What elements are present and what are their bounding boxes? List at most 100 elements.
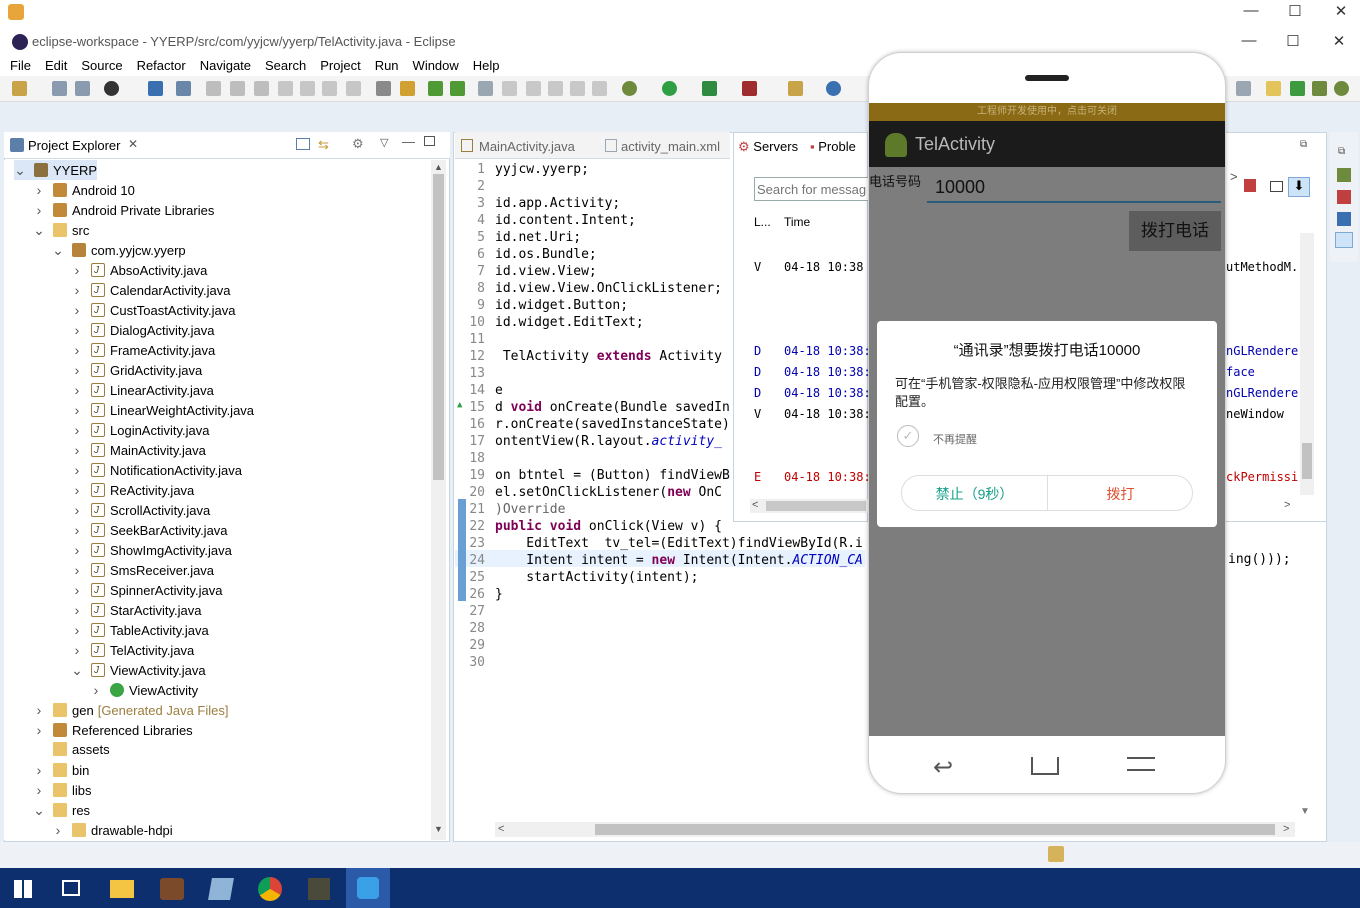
tree-item[interactable]: › LinearWeightActivity.java xyxy=(71,400,254,421)
open-perspective-icon[interactable] xyxy=(1236,81,1251,96)
task-view-icon[interactable] xyxy=(62,880,80,896)
app-taskbar-icon[interactable] xyxy=(308,878,330,900)
view-menu-icon[interactable]: ▽ xyxy=(380,136,388,149)
home-nav-icon[interactable] xyxy=(1031,757,1059,775)
menu-source[interactable]: Source xyxy=(81,56,122,76)
run-icon[interactable] xyxy=(662,81,677,96)
tree-twisty-icon[interactable]: › xyxy=(71,400,83,420)
tree-item[interactable]: › SeekBarActivity.java xyxy=(71,520,228,541)
tree-item[interactable]: › SpinnerActivity.java xyxy=(71,580,223,601)
call-button[interactable]: 拨打电话 xyxy=(1129,211,1221,251)
tree-item[interactable]: ⌄ YYERP xyxy=(14,160,98,180)
drop-frame-icon[interactable] xyxy=(346,81,361,96)
use-step-filters-icon[interactable] xyxy=(376,81,391,96)
notes-taskbar-icon[interactable] xyxy=(208,878,234,900)
tree-twisty-icon[interactable]: › xyxy=(71,460,83,480)
tree-twisty-icon[interactable]: › xyxy=(71,360,83,380)
tree-item[interactable]: › SmsReceiver.java xyxy=(71,560,214,581)
view-minimize-icon[interactable]: — xyxy=(402,134,415,149)
link-editor-icon[interactable]: ⇆ xyxy=(318,137,329,153)
tree-item[interactable]: › GridActivity.java xyxy=(71,360,203,381)
tab-activity-main-xml[interactable]: activity_main.xml xyxy=(621,139,720,154)
col-time-header[interactable]: Time xyxy=(784,215,810,229)
tree-scrollbar[interactable]: ▲ ▼ xyxy=(431,160,446,840)
phone-number-input[interactable]: 10000 xyxy=(927,177,1221,203)
scroll-down-arrow-icon[interactable]: ▼ xyxy=(434,824,443,834)
menu-project[interactable]: Project xyxy=(320,56,360,76)
toggle-icon-d[interactable] xyxy=(592,81,607,96)
tree-twisty-icon[interactable]: ⌄ xyxy=(52,240,64,260)
external-tools-icon[interactable] xyxy=(742,81,757,96)
tree-item[interactable]: › Android Private Libraries xyxy=(33,200,215,220)
pin-icon[interactable] xyxy=(478,81,493,96)
new-class-icon[interactable] xyxy=(788,81,803,96)
tree-twisty-icon[interactable]: › xyxy=(71,640,83,660)
deny-button[interactable]: 禁止（9秒） xyxy=(902,484,1047,504)
maximize-icon[interactable]: ☐ xyxy=(1280,2,1310,20)
log-hscroll-right-icon[interactable]: > xyxy=(1284,499,1290,511)
dev-banner[interactable]: 工程师开发使用中，点击可关闭 xyxy=(869,103,1225,121)
tree-item[interactable]: › bin xyxy=(33,760,90,780)
console-icon[interactable] xyxy=(148,81,163,96)
suspend-icon[interactable] xyxy=(230,81,245,96)
log-vscroll-thumb[interactable] xyxy=(1302,443,1312,479)
tree-twisty-icon[interactable]: › xyxy=(71,560,83,580)
tree-twisty-icon[interactable]: › xyxy=(71,280,83,300)
tree-item[interactable]: › ReActivity.java xyxy=(71,480,195,501)
skip-breakpoints-icon[interactable] xyxy=(176,81,191,96)
run-last-icon[interactable] xyxy=(702,81,717,96)
eclipse-minimize-icon[interactable]: — xyxy=(1234,32,1264,49)
log-scroll-lock-icon[interactable]: ⬇ xyxy=(1288,177,1310,197)
active-app-highlight[interactable] xyxy=(346,868,390,908)
scroll-thumb[interactable] xyxy=(433,174,444,480)
open-type-icon[interactable] xyxy=(826,81,841,96)
android-avd-icon[interactable] xyxy=(428,81,443,96)
tree-twisty-icon[interactable]: ⌄ xyxy=(71,660,83,680)
menu-window[interactable]: Window xyxy=(413,56,459,76)
tree-item[interactable]: assets xyxy=(33,740,110,760)
log-hscroll-left-icon[interactable]: < xyxy=(752,499,758,511)
chrome-icon[interactable] xyxy=(258,877,282,901)
android-lint-icon[interactable] xyxy=(450,81,465,96)
tree-item[interactable]: › DialogActivity.java xyxy=(71,320,215,341)
menu-edit[interactable]: Edit xyxy=(45,56,67,76)
tree-twisty-icon[interactable]: › xyxy=(71,600,83,620)
tree-twisty-icon[interactable]: › xyxy=(71,620,83,640)
tree-item[interactable]: ⌄ src xyxy=(33,220,89,240)
tree-twisty-icon[interactable]: › xyxy=(71,340,83,360)
tree-item[interactable]: ⌄ ViewActivity.java xyxy=(71,660,205,681)
resume-icon[interactable] xyxy=(206,81,221,96)
ddms-perspective-icon[interactable] xyxy=(1290,81,1305,96)
menu-help[interactable]: Help xyxy=(473,56,500,76)
eclipse-taskbar-icon[interactable] xyxy=(160,878,184,900)
log-layout-icon[interactable] xyxy=(1270,181,1283,192)
editor-hscroll[interactable]: < > xyxy=(495,822,1295,837)
tree-item[interactable]: › TableActivity.java xyxy=(71,620,209,641)
step-into-icon[interactable] xyxy=(278,81,293,96)
tree-twisty-icon[interactable]: ⌄ xyxy=(33,220,45,240)
project-explorer-tab[interactable]: Project Explorer xyxy=(28,138,120,153)
hscroll-right-arrow-icon[interactable]: > xyxy=(1283,823,1289,835)
tree-twisty-icon[interactable]: › xyxy=(33,200,45,220)
file-explorer-icon[interactable] xyxy=(110,880,134,898)
tree-item[interactable]: › CalendarActivity.java xyxy=(71,280,231,301)
scroll-up-arrow-icon[interactable]: ▲ xyxy=(434,162,443,172)
trim-debug-icon[interactable] xyxy=(1337,168,1351,182)
tree-twisty-icon[interactable]: › xyxy=(71,260,83,280)
tree-twisty-icon[interactable]: › xyxy=(33,760,45,780)
tree-twisty-icon[interactable]: › xyxy=(71,480,83,500)
log-chevron-icon[interactable]: > xyxy=(1230,169,1238,184)
trim-logcat-icon[interactable] xyxy=(1335,232,1353,248)
log-vscroll[interactable] xyxy=(1300,233,1314,495)
dont-remind-checkbox[interactable]: ✓ xyxy=(897,425,919,447)
tree-twisty-icon[interactable]: ⌄ xyxy=(33,800,45,820)
tree-twisty-icon[interactable]: › xyxy=(71,320,83,340)
tree-item[interactable]: › LinearActivity.java xyxy=(71,380,214,401)
minimize-icon[interactable]: — xyxy=(1236,2,1266,19)
hscroll-thumb[interactable] xyxy=(595,824,1275,835)
eclipse-maximize-icon[interactable]: ☐ xyxy=(1278,32,1308,50)
back-nav-icon[interactable]: ↩ xyxy=(933,753,953,782)
tree-item[interactable]: › Android 10 xyxy=(33,180,135,200)
log-search-input[interactable] xyxy=(754,177,872,201)
allow-button[interactable]: 拨打 xyxy=(1048,484,1193,504)
